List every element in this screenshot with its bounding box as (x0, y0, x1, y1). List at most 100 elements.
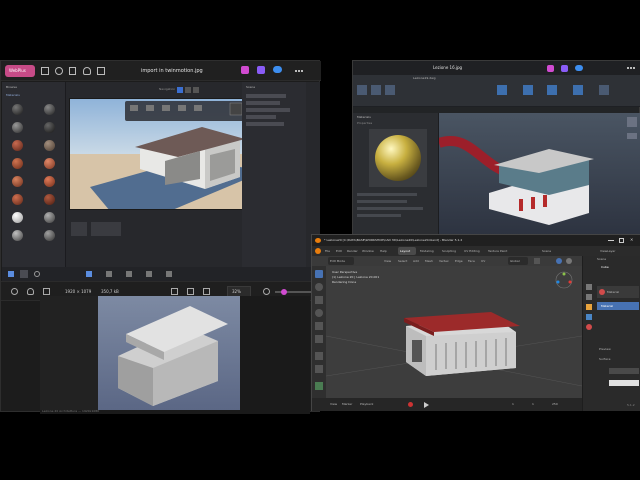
material-swatch[interactable] (44, 230, 55, 241)
zoom-slider-thumb[interactable] (281, 289, 287, 295)
fit-icon[interactable] (171, 288, 178, 295)
edit-icon[interactable] (97, 67, 105, 75)
material-swatch[interactable] (12, 158, 23, 169)
header-mesh[interactable]: Mesh (425, 260, 433, 263)
menu-help[interactable]: Help (380, 250, 387, 253)
crop-icon[interactable] (203, 288, 210, 295)
cloud-icon[interactable] (575, 65, 583, 71)
material-slot[interactable]: Material (597, 286, 639, 298)
transform-tool-icon[interactable] (315, 335, 323, 343)
info-icon[interactable] (11, 288, 18, 295)
rotate-icon[interactable] (55, 67, 63, 75)
material-swatch[interactable] (44, 104, 55, 115)
tab-sculpting[interactable]: Sculpting (442, 250, 456, 253)
settings-icon[interactable] (34, 271, 40, 277)
nav-tool-icon[interactable] (185, 87, 191, 93)
menu-file[interactable]: File (325, 250, 330, 253)
render-props-icon[interactable] (586, 284, 592, 290)
modifier-props-icon[interactable] (586, 314, 592, 320)
transform-orientation[interactable]: Global (508, 257, 528, 265)
material-swatch[interactable] (12, 194, 23, 205)
menu-window[interactable]: Window (362, 250, 374, 253)
material-swatch[interactable] (44, 176, 55, 187)
app-icon-2[interactable] (257, 66, 265, 74)
rotate-tool-icon[interactable] (315, 309, 323, 317)
shading-material-icon[interactable] (566, 258, 572, 264)
blender-menu-icon[interactable] (315, 248, 321, 254)
scene-thumb[interactable] (71, 222, 87, 236)
material-swatch[interactable] (12, 122, 23, 133)
timeline-playback[interactable]: Playback (360, 403, 373, 406)
material-swatch[interactable] (44, 140, 55, 151)
material-swatch[interactable] (44, 212, 55, 223)
timeline-view[interactable]: View (330, 403, 337, 406)
material-swatch[interactable] (12, 230, 23, 241)
play-icon[interactable] (424, 402, 429, 408)
header-add[interactable]: Add (413, 260, 419, 263)
filmstrip-icon[interactable] (43, 288, 50, 295)
ribbon-tool-icon[interactable] (371, 85, 381, 95)
zoom-out-icon[interactable] (263, 288, 270, 295)
more-icon[interactable] (627, 67, 635, 69)
header-select[interactable]: Select (398, 260, 407, 263)
header-vertex[interactable]: Vertex (439, 260, 449, 263)
mode-select[interactable]: Edit Mode (328, 257, 354, 265)
zoom-slider[interactable] (275, 289, 315, 295)
blender-viewport[interactable]: User Perspective (1) Lezione 20 | Lezion… (326, 266, 582, 398)
tool-icon[interactable] (166, 271, 172, 277)
object-props-icon[interactable] (586, 304, 592, 310)
material-swatch[interactable] (12, 104, 23, 115)
props-object[interactable]: Cube (601, 266, 609, 269)
header-edge[interactable]: Edge (455, 260, 463, 263)
header-uv[interactable]: UV (481, 260, 485, 263)
ribbon-tool-icon[interactable] (599, 85, 609, 95)
scene-label[interactable]: Scene (542, 250, 551, 253)
cursor-tool-icon[interactable] (315, 283, 323, 291)
close-icon[interactable]: ✕ (630, 238, 633, 242)
material-active[interactable]: Material (597, 302, 639, 310)
material-swatch[interactable] (12, 212, 23, 223)
heart-icon[interactable] (83, 67, 91, 75)
material-swatch[interactable] (12, 176, 23, 187)
annotate-tool-icon[interactable] (315, 352, 323, 360)
delete-icon[interactable] (69, 67, 76, 75)
material-props-icon[interactable] (586, 324, 592, 330)
scene-thumb[interactable] (91, 222, 121, 236)
props-surface[interactable]: Surface (599, 358, 610, 361)
nav-tool-icon[interactable] (193, 87, 199, 93)
surface-field[interactable] (609, 368, 639, 374)
tool-icon[interactable] (86, 271, 92, 277)
material-swatch[interactable] (44, 158, 55, 169)
import-icon[interactable] (8, 271, 14, 277)
nav-tool-icon[interactable] (177, 87, 183, 93)
tool-icon[interactable] (146, 271, 152, 277)
minimize-icon[interactable] (608, 240, 614, 241)
props-preview[interactable]: Preview (599, 348, 611, 351)
ribbon-tool-icon[interactable] (385, 85, 395, 95)
library-tab-icon[interactable] (20, 270, 28, 278)
tab-texture-paint[interactable]: Texture Paint (488, 250, 507, 253)
image-icon[interactable] (41, 67, 49, 75)
menu-edit[interactable]: Edit (336, 250, 342, 253)
more-icon[interactable] (295, 70, 303, 72)
ribbon-tool-icon[interactable] (497, 85, 507, 95)
menu-render[interactable]: Render (347, 250, 358, 253)
ribbon-tool-icon[interactable] (573, 85, 583, 95)
extrude-tool-icon[interactable] (315, 382, 323, 390)
ribbon-tool-icon[interactable] (523, 85, 533, 95)
start-frame[interactable]: 1 (532, 403, 534, 406)
actual-size-icon[interactable] (187, 288, 194, 295)
app-icon-1[interactable] (241, 66, 249, 74)
view-layer-label[interactable]: ViewLayer (600, 250, 615, 253)
measure-tool-icon[interactable] (315, 365, 323, 373)
ribbon-tool-icon[interactable] (547, 85, 557, 95)
material-swatch[interactable] (44, 194, 55, 205)
material-swatch[interactable] (44, 122, 55, 133)
current-frame[interactable]: 1 (512, 403, 514, 406)
cad-viewport[interactable] (439, 113, 640, 235)
app-icon-1[interactable] (547, 65, 554, 72)
snap-icon[interactable] (534, 258, 540, 264)
header-view[interactable]: View (384, 260, 391, 263)
viewer-canvas[interactable] (98, 296, 240, 410)
timeline-marker[interactable]: Marker (342, 403, 352, 406)
